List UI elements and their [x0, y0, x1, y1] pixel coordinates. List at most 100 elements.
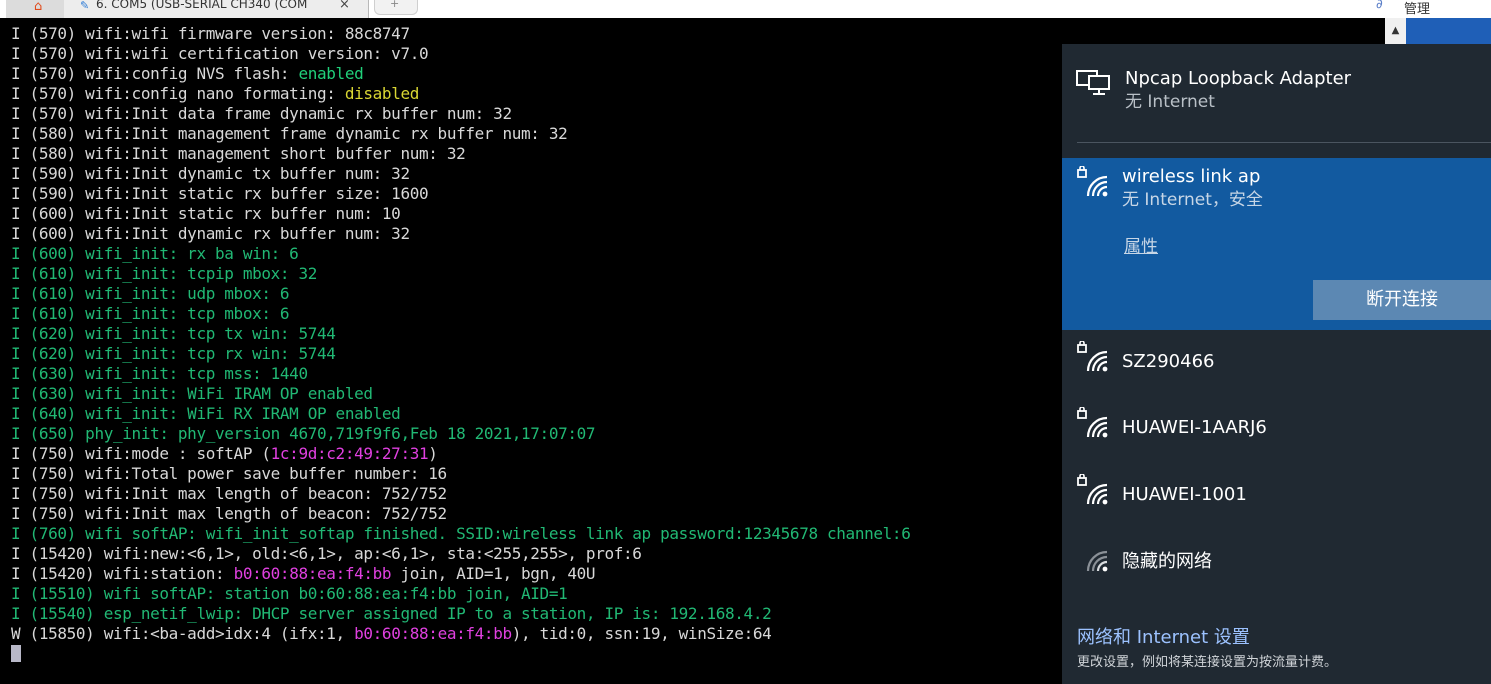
terminal-line: I (590) wifi:Init dynamic tx buffer num:… [11, 164, 910, 184]
terminal-line: I (600) wifi:Init static rx buffer num: … [11, 204, 910, 224]
terminal-line: I (600) wifi:Init dynamic rx buffer num:… [11, 224, 910, 244]
terminal-text-segment: I (600) wifi:Init static rx buffer num: … [11, 204, 401, 223]
network-name: wireless link ap [1122, 166, 1261, 187]
divider [1077, 142, 1491, 143]
hidden-wifi-icon [1077, 541, 1111, 577]
terminal-line: I (760) wifi softAP: wifi_init_softap fi… [11, 524, 911, 544]
network-item-wireless-link-ap[interactable]: wireless link ap 无 Internet，安全 属性 断开连接 [1062, 158, 1491, 330]
terminal-line: I (750) wifi:Init max length of beacon: … [11, 484, 910, 504]
ethernet-connection[interactable]: Npcap Loopback Adapter 无 Internet [1062, 44, 1491, 140]
home-tab[interactable]: ⌂ [6, 0, 66, 18]
network-status: 无 Internet，安全 [1122, 190, 1263, 210]
network-item[interactable]: HUAWEI-1AARJ6 [1062, 399, 1491, 463]
terminal-text-segment: I (610) wifi_init: tcpip mbox: 32 [11, 264, 318, 283]
network-flyout: Npcap Loopback Adapter 无 Internet wirele… [1062, 44, 1491, 684]
terminal-line: I (570) wifi:Init data frame dynamic rx … [11, 104, 910, 124]
terminal-line: I (610) wifi_init: tcp mbox: 6 [11, 304, 910, 324]
scroll-up-arrow-icon[interactable]: ▲ [1387, 22, 1404, 39]
terminal-line: I (750) wifi:mode : softAP (1c:9d:c2:49:… [11, 444, 910, 464]
secured-wifi-icon [1077, 406, 1111, 443]
ethernet-name: Npcap Loopback Adapter [1125, 68, 1352, 89]
network-name: SZ290466 [1122, 351, 1215, 372]
terminal-text-segment: I (570) wifi:wifi certification version:… [11, 44, 429, 63]
terminal-text-segment: I (580) wifi:Init management frame dynam… [11, 124, 568, 143]
desktop-background [1406, 18, 1491, 44]
session-tab-title: 6. COM5 (USB-SERIAL CH340 (COM [96, 0, 308, 11]
session-tab[interactable]: ✎ 6. COM5 (USB-SERIAL CH340 (COM × [64, 0, 369, 18]
terminal-text-segment: ) [428, 444, 438, 463]
terminal-text-segment: I (590) wifi:Init dynamic tx buffer num:… [11, 164, 410, 183]
terminal-text-segment: ), tid:0, ssn:19, winSize:64 [511, 624, 772, 643]
terminal-line: I (15540) esp_netif_lwip: DHCP server as… [11, 604, 910, 624]
manage-label[interactable]: 管理 [1404, 2, 1430, 17]
terminal-text-segment: I (610) wifi_init: udp mbox: 6 [11, 284, 290, 303]
terminal-line: I (570) wifi:wifi firmware version: 88c8… [11, 24, 910, 44]
terminal-text-segment: I (750) wifi:Init max length of beacon: … [11, 504, 447, 523]
terminal-text-segment: I (750) wifi:Total power save buffer num… [11, 464, 447, 483]
terminal-text-segment: I (570) wifi:wifi firmware version: 88c8… [11, 24, 410, 43]
secured-wifi-icon [1077, 473, 1111, 510]
terminal-text-segment: disabled [344, 84, 420, 103]
terminal-line: I (610) wifi_init: udp mbox: 6 [11, 284, 910, 304]
new-tab-button[interactable]: + [374, 0, 418, 15]
terminal-line: I (590) wifi:Init static rx buffer size:… [11, 184, 910, 204]
terminal-text-segment: enabled [298, 64, 364, 83]
terminal-text-segment: I (15540) esp_netif_lwip: DHCP server as… [11, 604, 772, 623]
terminal-text-segment: I (640) wifi_init: WiFi RX IRAM OP enabl… [11, 404, 401, 423]
network-item[interactable]: SZ290466 [1062, 333, 1491, 397]
terminal-line: I (610) wifi_init: tcpip mbox: 32 [11, 264, 910, 284]
terminal-text-segment: I (600) wifi_init: rx ba win: 6 [11, 244, 299, 263]
terminal-line: I (650) phy_init: phy_version 4670,719f9… [11, 424, 910, 444]
add-tab-icon: + [390, 0, 400, 10]
terminal-text-segment: I (630) wifi_init: WiFi IRAM OP enabled [11, 384, 373, 403]
network-settings-link[interactable]: 网络和 Internet 设置 [1077, 627, 1250, 649]
close-tab-icon[interactable]: × [339, 0, 350, 11]
terminal-text-segment: I (650) phy_init: phy_version 4670,719f9… [11, 424, 596, 443]
terminal-output: I (570) wifi:wifi firmware version: 88c8… [11, 24, 911, 644]
secured-wifi-icon [1077, 166, 1108, 197]
network-name: HUAWEI-1AARJ6 [1122, 417, 1267, 438]
terminal-line: I (15420) wifi:new:<6,1>, old:<6,1>, ap:… [11, 544, 910, 564]
terminal-text-segment: I (620) wifi_init: tcp rx win: 5744 [11, 344, 336, 363]
terminal-text-segment: I (620) wifi_init: tcp tx win: 5744 [11, 324, 336, 343]
terminal-text-segment: I (15420) wifi:new:<6,1>, old:<6,1>, ap:… [11, 544, 642, 563]
terminal-line: I (750) wifi:Total power save buffer num… [11, 464, 910, 484]
terminal-line: I (750) wifi:Init max length of beacon: … [11, 504, 910, 524]
paperclip-icon: ∂ [1376, 0, 1383, 12]
terminal-text-segment: I (570) wifi:config nano formating: [11, 84, 345, 103]
terminal-line: I (570) wifi:wifi certification version:… [11, 44, 910, 64]
terminal-text-segment: join, AID=1, bgn, 40U [391, 564, 596, 583]
wired-network-icon [1076, 70, 1110, 95]
terminal-text-segment: W (15850) wifi:<ba-add>idx:4 (ifx:1, [11, 624, 355, 643]
terminal-text-segment: I (750) wifi:mode : softAP ( [11, 444, 271, 463]
network-item[interactable]: HUAWEI-1001 [1062, 466, 1491, 530]
terminal-line: I (15510) wifi softAP: station b0:60:88:… [11, 584, 910, 604]
terminal-text-segment: I (590) wifi:Init static rx buffer size:… [11, 184, 429, 203]
terminal-text-segment: I (750) wifi:Init max length of beacon: … [11, 484, 447, 503]
tab-bar: ⌂ ✎ 6. COM5 (USB-SERIAL CH340 (COM × + ∂… [0, 0, 1491, 18]
terminal-text-segment: I (630) wifi_init: tcp mss: 1440 [11, 364, 308, 383]
disconnect-button[interactable]: 断开连接 [1313, 280, 1491, 320]
terminal-line: I (630) wifi_init: WiFi IRAM OP enabled [11, 384, 910, 404]
terminal-line: I (620) wifi_init: tcp tx win: 5744 [11, 324, 910, 344]
terminal-text-segment: I (570) wifi:config NVS flash: [11, 64, 299, 83]
secured-wifi-icon [1077, 340, 1111, 377]
terminal-line: I (570) wifi:config nano formating: disa… [11, 84, 910, 104]
terminal-line: W (15850) wifi:<ba-add>idx:4 (ifx:1, b0:… [11, 624, 910, 644]
terminal-line: I (580) wifi:Init management short buffe… [11, 144, 910, 164]
network-name: HUAWEI-1001 [1122, 484, 1247, 505]
terminal-line: I (620) wifi_init: tcp rx win: 5744 [11, 344, 910, 364]
terminal-text-segment: 1c:9d:c2:49:27:31 [270, 444, 429, 463]
terminal-text-segment: I (610) wifi_init: tcp mbox: 6 [11, 304, 290, 323]
terminal-line: I (600) wifi_init: rx ba win: 6 [11, 244, 910, 264]
network-item[interactable]: 隐藏的网络 [1062, 533, 1491, 597]
network-settings-description: 更改设置，例如将某连接设置为按流量计费。 [1077, 655, 1338, 670]
terminal-text-segment: I (15420) wifi:station: [11, 564, 234, 583]
ethernet-status: 无 Internet [1125, 92, 1215, 112]
terminal-text-segment: I (570) wifi:Init data frame dynamic rx … [11, 104, 512, 123]
terminal-line: I (15420) wifi:station: b0:60:88:ea:f4:b… [11, 564, 910, 584]
properties-link[interactable]: 属性 [1124, 236, 1158, 258]
terminal-text-segment: I (760) wifi softAP: wifi_init_softap fi… [11, 524, 911, 543]
terminal-line: I (570) wifi:config NVS flash: enabled [11, 64, 910, 84]
terminal-text-segment: I (15510) wifi softAP: station b0:60:88:… [11, 584, 568, 603]
